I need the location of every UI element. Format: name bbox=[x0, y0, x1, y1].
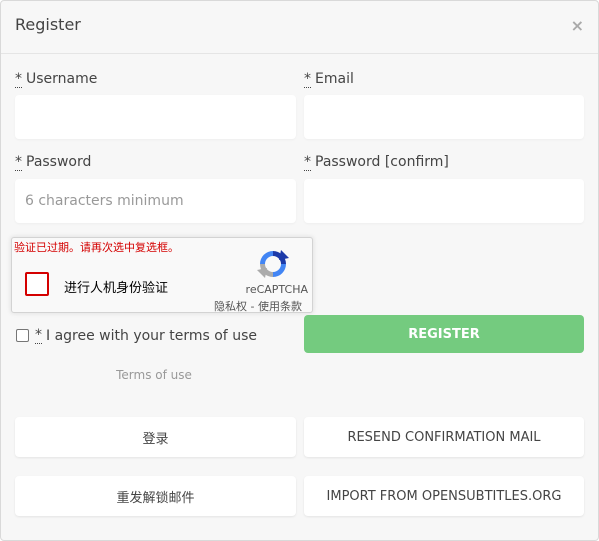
password-input[interactable] bbox=[15, 179, 296, 223]
required-mark: * bbox=[35, 327, 42, 344]
password-confirm-label: * Password [confirm] bbox=[304, 154, 449, 171]
password-label: * Password bbox=[15, 154, 92, 171]
recaptcha-terms-link[interactable]: 使用条款 bbox=[258, 300, 302, 313]
agree-label: I agree with your terms of use bbox=[46, 327, 257, 344]
required-mark: * bbox=[15, 154, 22, 171]
email-input[interactable] bbox=[304, 95, 584, 139]
required-mark: * bbox=[304, 71, 311, 88]
username-label: * Username bbox=[15, 71, 98, 88]
agree-checkbox[interactable] bbox=[16, 329, 29, 342]
register-button[interactable]: REGISTER bbox=[304, 315, 584, 353]
recaptcha-privacy-link[interactable]: 隐私权 bbox=[214, 300, 247, 313]
login-button[interactable]: 登录 bbox=[15, 417, 296, 457]
modal-title: Register bbox=[15, 15, 81, 34]
terms-of-use-link[interactable]: Terms of use bbox=[1, 368, 307, 382]
resend-confirmation-button[interactable]: RESEND CONFIRMATION MAIL bbox=[304, 417, 584, 457]
resend-unlock-button[interactable]: 重发解锁邮件 bbox=[15, 476, 296, 516]
password-confirm-input[interactable] bbox=[304, 179, 584, 223]
recaptcha-links-separator: - bbox=[247, 300, 258, 313]
recaptcha-logo-icon bbox=[257, 250, 289, 278]
recaptcha-error: 验证已过期。请再次选中复选框。 bbox=[14, 241, 179, 254]
recaptcha-checkbox[interactable] bbox=[25, 272, 49, 296]
recaptcha-brand: reCAPTCHA bbox=[245, 283, 308, 296]
required-mark: * bbox=[304, 154, 311, 171]
register-modal: Register × * Username * Email * Password * P… bbox=[0, 0, 599, 541]
required-mark: * bbox=[15, 71, 22, 88]
recaptcha-label: 进行人机身份验证 bbox=[64, 281, 169, 296]
modal-header: Register × bbox=[1, 1, 598, 54]
email-label: * Email bbox=[304, 71, 354, 88]
email-label-text: Email bbox=[315, 71, 354, 87]
import-opensubtitles-button[interactable]: IMPORT FROM OPENSUBTITLES.ORG bbox=[304, 476, 584, 516]
recaptcha-widget: 验证已过期。请再次选中复选框。 进行人机身份验证 reCAPTCHA 隐私权 -… bbox=[11, 237, 313, 313]
username-input[interactable] bbox=[15, 95, 296, 139]
password-label-text: Password bbox=[26, 154, 92, 170]
password-confirm-label-text: Password [confirm] bbox=[315, 154, 449, 170]
close-icon[interactable]: × bbox=[571, 16, 584, 35]
username-label-text: Username bbox=[26, 71, 98, 87]
agree-row: * I agree with your terms of use bbox=[16, 327, 257, 344]
recaptcha-links: 隐私权 - 使用条款 bbox=[214, 298, 302, 314]
